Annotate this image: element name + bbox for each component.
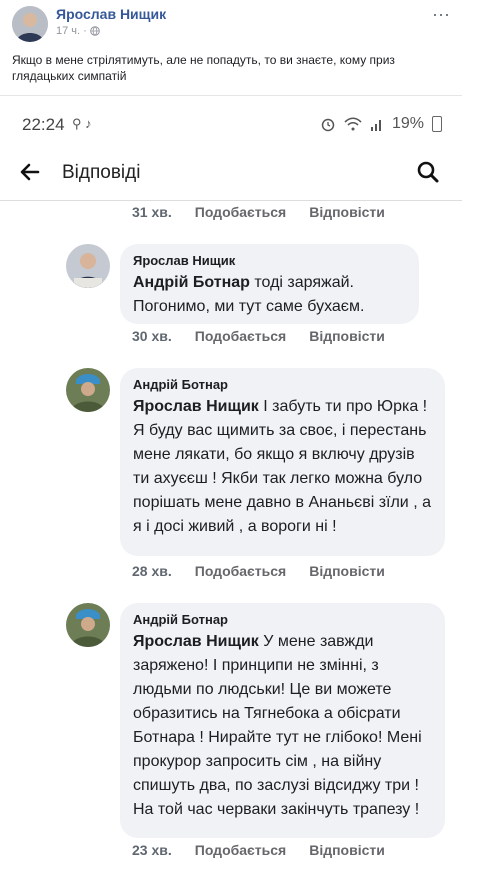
page-title: Відповіді: [62, 162, 141, 183]
post-header: Ярослав Нищик 17 ч. · ··· Якщо в мене ст…: [0, 0, 480, 95]
reply-link[interactable]: Відповісти: [309, 842, 385, 858]
embedded-screenshot: 22:24 ⚲ ♪ 19% Відповіді 31 хв. Подобаєть…: [0, 95, 462, 876]
avatar[interactable]: [66, 603, 110, 647]
like-link[interactable]: Подобається: [195, 842, 286, 858]
more-options-icon[interactable]: ···: [432, 4, 450, 25]
comment-text: Ярослав Нищик І забуть ти про Юрка ! Я б…: [133, 395, 431, 539]
battery-icon: [432, 116, 442, 132]
search-icon[interactable]: [416, 160, 440, 184]
comment-time: 30 хв.: [132, 328, 172, 344]
comment-text-body: І забуть ти про Юрка ! Я буду вас щимить…: [133, 398, 431, 535]
author-avatar[interactable]: [12, 6, 48, 42]
like-link[interactable]: Подобається: [195, 328, 286, 344]
post-author-name[interactable]: Ярослав Нищик: [56, 6, 166, 22]
back-arrow-icon[interactable]: [18, 160, 42, 184]
comment-author[interactable]: Андрій Ботнар: [133, 377, 431, 393]
app-bar: Відповіді: [0, 150, 462, 196]
like-link[interactable]: Подобається: [195, 563, 286, 579]
comment-time: 23 хв.: [132, 842, 172, 858]
comment-text: Ярослав Нищик У мене завжди заряжено! І …: [133, 630, 431, 822]
reply-link[interactable]: Відповісти: [309, 204, 385, 220]
comment-time: 31 хв.: [132, 204, 172, 220]
comment-bubble: Андрій Ботнар Ярослав Нищик У мене завжд…: [120, 603, 445, 838]
comment-time: 28 хв.: [132, 563, 172, 579]
status-bar: 22:24 ⚲ ♪ 19%: [0, 96, 462, 150]
reply-link[interactable]: Відповісти: [309, 563, 385, 579]
wifi-icon: [344, 117, 362, 131]
separator-dot: ·: [83, 25, 87, 37]
alarm-icon: [321, 118, 335, 132]
battery-percent: 19%: [391, 115, 424, 132]
post-text: Якщо в мене стрілятимуть, але не попадут…: [12, 53, 395, 83]
comment-actions: 23 хв. Подобається Відповісти: [132, 842, 385, 858]
mention[interactable]: Ярослав Нищик: [133, 398, 259, 415]
comment-bubble: Ярослав Нищик Андрій Ботнар тоді заряжай…: [120, 244, 419, 324]
comment-text: Андрій Ботнар тоді заряжай. Погонимо, ми…: [133, 271, 405, 319]
mention[interactable]: Андрій Ботнар: [133, 274, 250, 291]
header-divider: [0, 200, 462, 201]
comment-actions: 28 хв. Подобається Відповісти: [132, 563, 385, 579]
like-link[interactable]: Подобається: [195, 204, 286, 220]
reply-link[interactable]: Відповісти: [309, 328, 385, 344]
notification-icons: ⚲ ♪: [72, 116, 92, 131]
post-meta: 17 ч. ·: [56, 25, 100, 37]
comment-actions: 30 хв. Подобається Відповісти: [132, 328, 385, 344]
comment-author[interactable]: Ярослав Нищик: [133, 253, 405, 269]
post-time[interactable]: 17 ч.: [56, 25, 80, 37]
comment-text-body: У мене завжди заряжено! І принципи не зм…: [133, 633, 422, 818]
avatar[interactable]: [66, 244, 110, 288]
avatar[interactable]: [66, 368, 110, 412]
mention[interactable]: Ярослав Нищик: [133, 633, 259, 650]
status-time: 22:24: [22, 115, 65, 134]
comment-author[interactable]: Андрій Ботнар: [133, 612, 431, 628]
status-right: 19%: [320, 115, 442, 133]
globe-icon: [89, 26, 100, 36]
comment-bubble: Андрій Ботнар Ярослав Нищик І забуть ти …: [120, 368, 445, 556]
comment-actions: 31 хв. Подобається Відповісти: [132, 204, 385, 220]
signal-icon: [370, 120, 381, 131]
